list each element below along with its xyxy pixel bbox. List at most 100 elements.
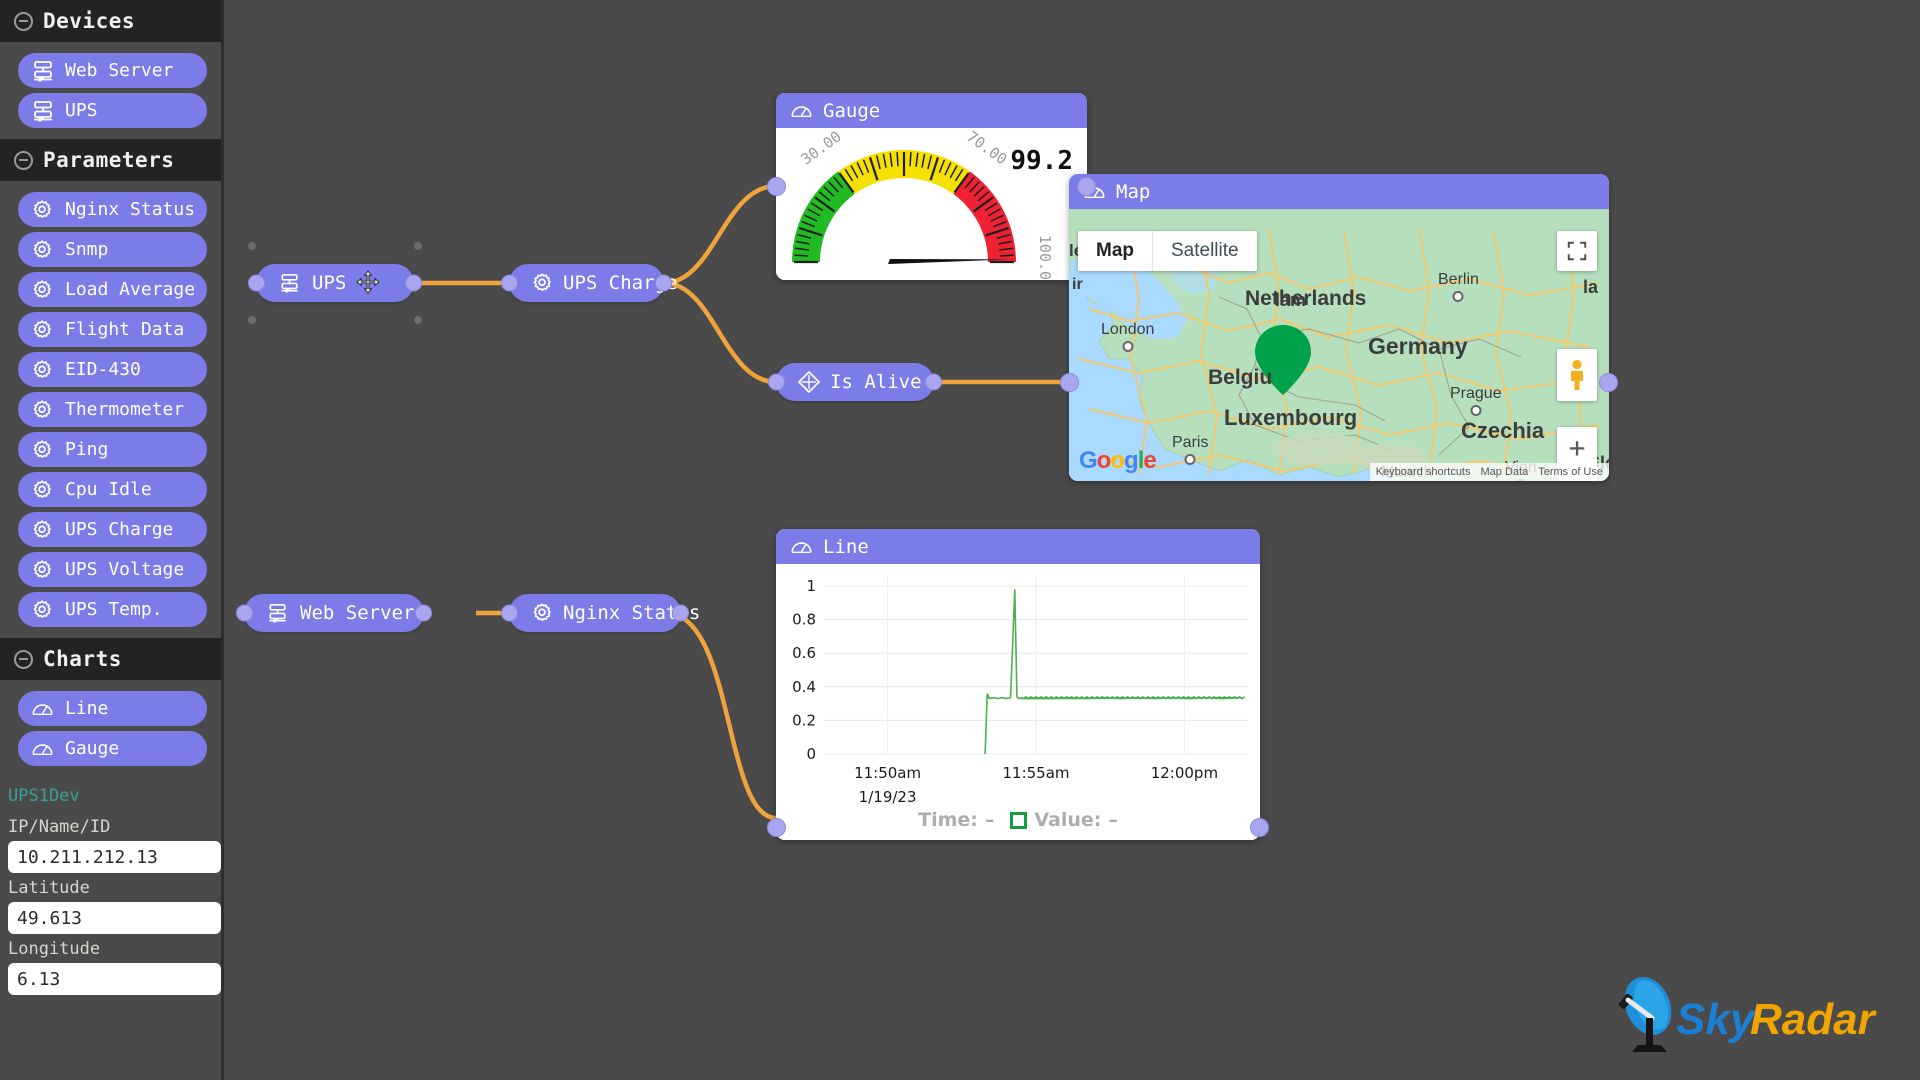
selection-handle[interactable] bbox=[248, 242, 256, 250]
node-label: Web Server bbox=[300, 602, 414, 624]
sidebar-item-label: Thermometer bbox=[65, 399, 184, 420]
app-root: Devices Web Server bbox=[0, 0, 1920, 1080]
gauge-tick bbox=[1000, 255, 1014, 256]
sidebar-item-snmp[interactable]: Snmp bbox=[18, 232, 207, 267]
sidebar-item-label: EID-430 bbox=[65, 359, 141, 380]
widget-port-in[interactable] bbox=[767, 177, 786, 196]
selection-handle[interactable] bbox=[414, 242, 422, 250]
longitude-input[interactable] bbox=[8, 963, 221, 995]
device-icon bbox=[31, 100, 56, 122]
node-port-in[interactable] bbox=[501, 275, 518, 292]
node-is-alive[interactable]: Is Alive bbox=[776, 363, 934, 401]
sidebar-item-label: Ping bbox=[65, 439, 108, 460]
sidebar-item-label: Load Average bbox=[65, 279, 195, 300]
pegman-icon[interactable] bbox=[1557, 349, 1597, 401]
sidebar-item-line[interactable]: Line bbox=[18, 691, 207, 726]
gear-icon bbox=[531, 602, 553, 624]
ip-name-id-input[interactable] bbox=[8, 841, 221, 873]
node-port-in[interactable] bbox=[236, 605, 253, 622]
node-port-in[interactable] bbox=[248, 275, 265, 292]
widget-map[interactable]: Map bbox=[1069, 174, 1609, 481]
gauge-tick-label: 30.00 bbox=[798, 128, 845, 168]
sidebar-item-label: UPS bbox=[65, 100, 98, 121]
sidebar-item-ups[interactable]: UPS bbox=[18, 93, 207, 128]
section-header-charts[interactable]: Charts bbox=[0, 638, 221, 680]
section-title-parameters: Parameters bbox=[43, 148, 174, 172]
section-body-charts: Line Gauge bbox=[0, 680, 221, 777]
section-header-parameters[interactable]: Parameters bbox=[0, 139, 221, 181]
sidebar-item-label: UPS Temp. bbox=[65, 599, 163, 620]
device-name-label: UPS1Dev bbox=[0, 777, 221, 812]
widget-port-in[interactable] bbox=[1060, 373, 1079, 392]
selection-handle[interactable] bbox=[414, 316, 422, 324]
map-type-map-button[interactable]: Map bbox=[1078, 231, 1153, 271]
sidebar-item-nginx-status[interactable]: Nginx Status bbox=[18, 192, 207, 227]
fullscreen-icon[interactable] bbox=[1557, 231, 1597, 271]
selection-handle[interactable] bbox=[248, 316, 256, 324]
widget-gauge[interactable]: Gauge 99.2 0.0030.0070.00100.00 bbox=[776, 93, 1087, 280]
x-axis-tick-label: 11:50am bbox=[854, 764, 921, 782]
widget-body-map[interactable]: NetherlandsGermanyBelgiuLuxembourgCzechi… bbox=[1069, 209, 1609, 481]
sidebar-item-ups-temp[interactable]: UPS Temp. bbox=[18, 592, 207, 627]
legend-value-label: Value: bbox=[1034, 809, 1101, 831]
widget-line[interactable]: Line 00.20.40.60.8111:50am11:55am12:00pm… bbox=[776, 529, 1260, 840]
map-type-switcher[interactable]: Map Satellite bbox=[1078, 231, 1257, 271]
gauge-tick bbox=[897, 152, 898, 166]
sidebar-item-load-average[interactable]: Load Average bbox=[18, 272, 207, 307]
map-city-label: London bbox=[1101, 321, 1154, 339]
collapse-minus-icon[interactable] bbox=[14, 151, 33, 170]
section-body-devices: Web Server UPS bbox=[0, 42, 221, 139]
node-port-in[interactable] bbox=[501, 605, 518, 622]
map-location-marker[interactable] bbox=[1251, 321, 1315, 401]
collapse-minus-icon[interactable] bbox=[14, 650, 33, 669]
section-header-devices[interactable]: Devices bbox=[0, 0, 221, 42]
map-city-label: Prague bbox=[1450, 385, 1502, 403]
node-port-out[interactable] bbox=[925, 374, 942, 391]
widget-port-in[interactable] bbox=[767, 818, 786, 837]
widget-header-map: Map bbox=[1069, 174, 1609, 209]
widget-body-line: 00.20.40.60.8111:50am11:55am12:00pm1/19/… bbox=[776, 564, 1260, 840]
widget-port-out[interactable] bbox=[1250, 818, 1269, 837]
sidebar-item-cpu-idle[interactable]: Cpu Idle bbox=[18, 472, 207, 507]
node-ups-charge[interactable]: UPS Charge bbox=[509, 264, 664, 302]
x-axis-date-label: 1/19/23 bbox=[859, 788, 917, 806]
latitude-input[interactable] bbox=[8, 902, 221, 934]
sidebar-item-flight-data[interactable]: Flight Data bbox=[18, 312, 207, 347]
node-port-out[interactable] bbox=[405, 275, 422, 292]
device-properties-panel: UPS1Dev IP/Name/ID Latitude Longitude bbox=[0, 777, 221, 995]
node-port-out[interactable] bbox=[655, 275, 672, 292]
sidebar-item-web-server[interactable]: Web Server bbox=[18, 53, 207, 88]
sidebar-item-eid-430[interactable]: EID-430 bbox=[18, 352, 207, 387]
sidebar-item-ups-charge[interactable]: UPS Charge bbox=[18, 512, 207, 547]
map-type-satellite-button[interactable]: Satellite bbox=[1153, 231, 1257, 271]
collapse-minus-icon[interactable] bbox=[14, 12, 33, 31]
node-port-out[interactable] bbox=[672, 605, 689, 622]
sidebar-item-label: Flight Data bbox=[65, 319, 184, 340]
node-ups[interactable]: UPS bbox=[256, 264, 414, 302]
node-web-server[interactable]: Web Server bbox=[244, 594, 424, 632]
node-port-out[interactable] bbox=[415, 605, 432, 622]
logo-radar-text: Radar bbox=[1750, 995, 1878, 1044]
line-chart-legend: Time: – Value: – bbox=[776, 809, 1260, 831]
sidebar-item-label: Snmp bbox=[65, 239, 108, 260]
device-icon bbox=[266, 603, 290, 623]
map-city-label: Berlin bbox=[1438, 271, 1479, 289]
node-port-in[interactable] bbox=[768, 374, 785, 391]
flow-canvas[interactable]: UPS UPS Charge bbox=[224, 0, 1920, 1080]
sidebar-item-gauge[interactable]: Gauge bbox=[18, 731, 207, 766]
widget-port-out[interactable] bbox=[1077, 177, 1096, 196]
node-label: UPS bbox=[312, 272, 346, 294]
sidebar-item-thermometer[interactable]: Thermometer bbox=[18, 392, 207, 427]
gauge-tick bbox=[794, 255, 808, 256]
keyboard-shortcuts-link[interactable]: Keyboard shortcuts bbox=[1376, 466, 1471, 478]
sidebar-item-label: UPS Charge bbox=[65, 519, 173, 540]
sidebar-item-ups-voltage[interactable]: UPS Voltage bbox=[18, 552, 207, 587]
legend-time-label: Time: bbox=[918, 809, 978, 831]
node-nginx-status[interactable]: Nginx Status bbox=[509, 594, 681, 632]
widget-port-out[interactable] bbox=[1599, 373, 1618, 392]
device-icon bbox=[31, 60, 56, 82]
terms-of-use-link[interactable]: Terms of Use bbox=[1538, 466, 1603, 478]
longitude-field-label: Longitude bbox=[0, 934, 221, 963]
gear-icon bbox=[31, 559, 56, 581]
sidebar-item-ping[interactable]: Ping bbox=[18, 432, 207, 467]
